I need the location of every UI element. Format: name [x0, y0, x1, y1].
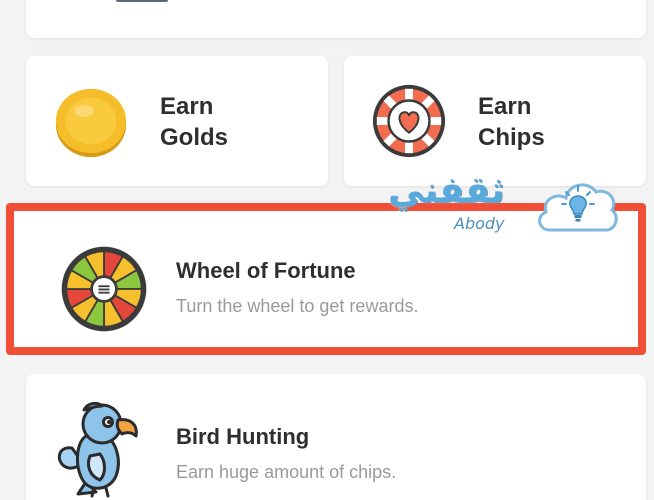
parrot-icon — [57, 402, 138, 498]
bird-hunting-subtitle: Earn huge amount of chips. — [176, 462, 397, 482]
earn-golds-tile[interactable]: Earn Golds — [26, 56, 328, 186]
earn-golds-label: Earn Golds — [160, 93, 229, 151]
watermark-latin-text: Abody — [454, 214, 505, 233]
top-card-partial[interactable] — [26, 0, 646, 38]
fortune-wheel-icon — [61, 246, 147, 332]
bird-hunting-title: Bird Hunting — [176, 424, 310, 449]
bird-hunting-row[interactable]: Bird Hunting Earn huge amount of chips. — [26, 374, 646, 500]
wheel-of-fortune-subtitle: Turn the wheel to get rewards. — [176, 296, 419, 316]
lightbulb-cloud-icon — [538, 183, 618, 232]
wheel-of-fortune-title: Wheel of Fortune — [176, 258, 356, 283]
watermark: ثقفني Abody — [384, 170, 624, 240]
earn-chips-label: Earn Chips — [478, 93, 545, 151]
gold-coin-icon — [55, 88, 127, 158]
top-card-element — [116, 0, 168, 2]
watermark-arabic-text: ثقفني — [388, 170, 505, 211]
earn-chips-tile[interactable]: Earn Chips — [344, 56, 646, 186]
heart-poker-chip-icon — [372, 84, 446, 158]
